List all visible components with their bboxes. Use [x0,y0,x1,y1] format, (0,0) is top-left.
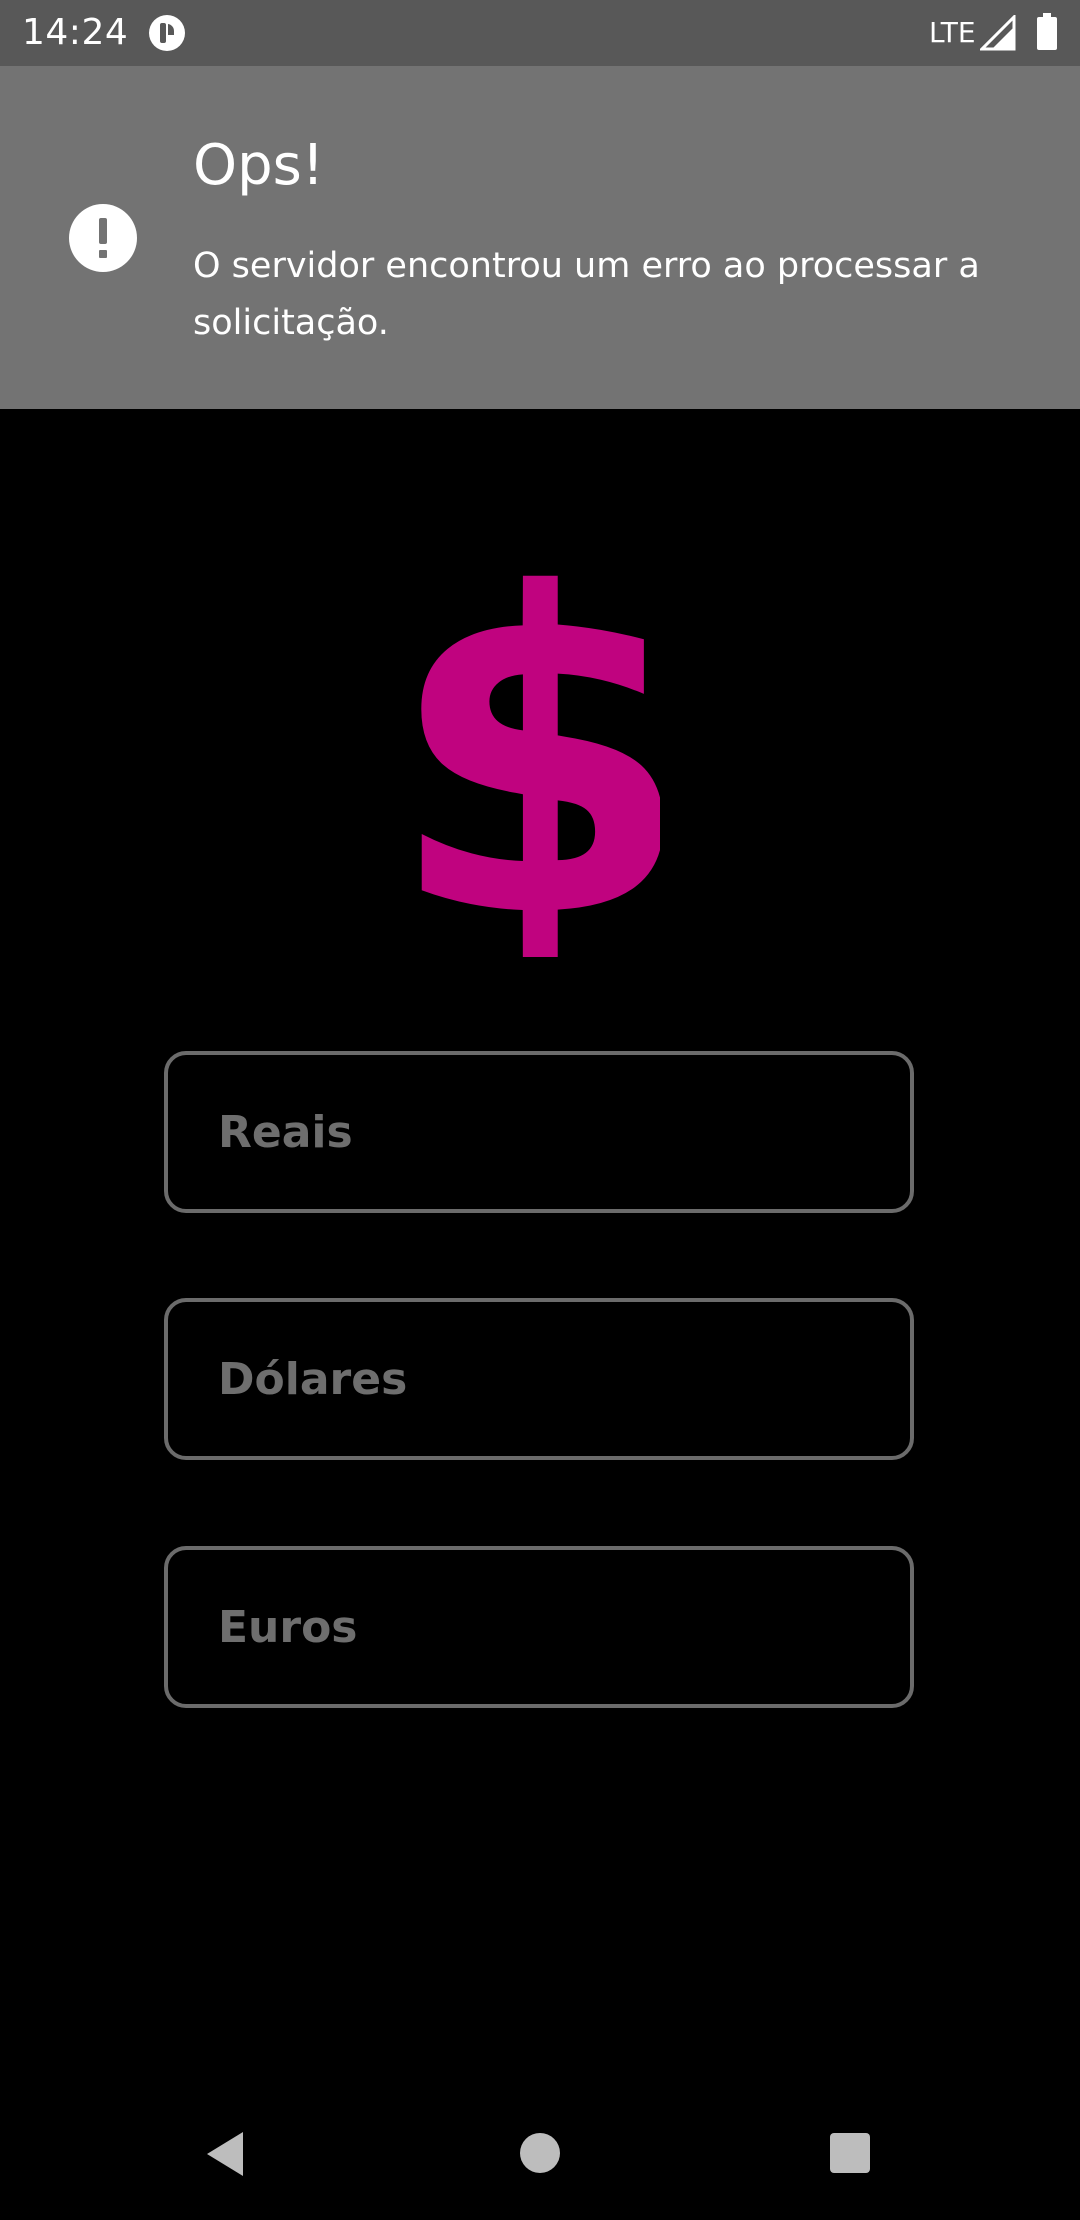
back-icon[interactable] [203,2130,247,2178]
network-type-label: LTE [929,16,976,49]
recents-icon[interactable] [830,2133,870,2173]
dollar-sign-icon: $ [420,555,660,957]
error-banner[interactable]: Ops! O servidor encontrou um erro ao pro… [0,66,1080,409]
euros-input[interactable] [218,1550,858,1704]
battery-icon [1037,13,1057,50]
svg-text:$: $ [420,555,660,957]
status-time: 14:24 [22,12,129,53]
error-message: O servidor encontrou um erro ao processa… [193,246,980,343]
dolares-field[interactable] [164,1298,914,1460]
reais-input[interactable] [218,1055,858,1209]
app-notification-icon [149,15,185,51]
dolares-input[interactable] [218,1302,858,1456]
app-screen: 14:24 LTE Ops! O servidor encontrou um e… [0,0,1080,2220]
home-icon[interactable] [520,2133,560,2173]
reais-field[interactable] [164,1051,914,1213]
signal-icon [980,15,1016,51]
euros-field[interactable] [164,1546,914,1708]
alert-icon [69,204,137,272]
error-title: Ops! [193,133,325,198]
status-bar: 14:24 LTE [0,0,1080,66]
